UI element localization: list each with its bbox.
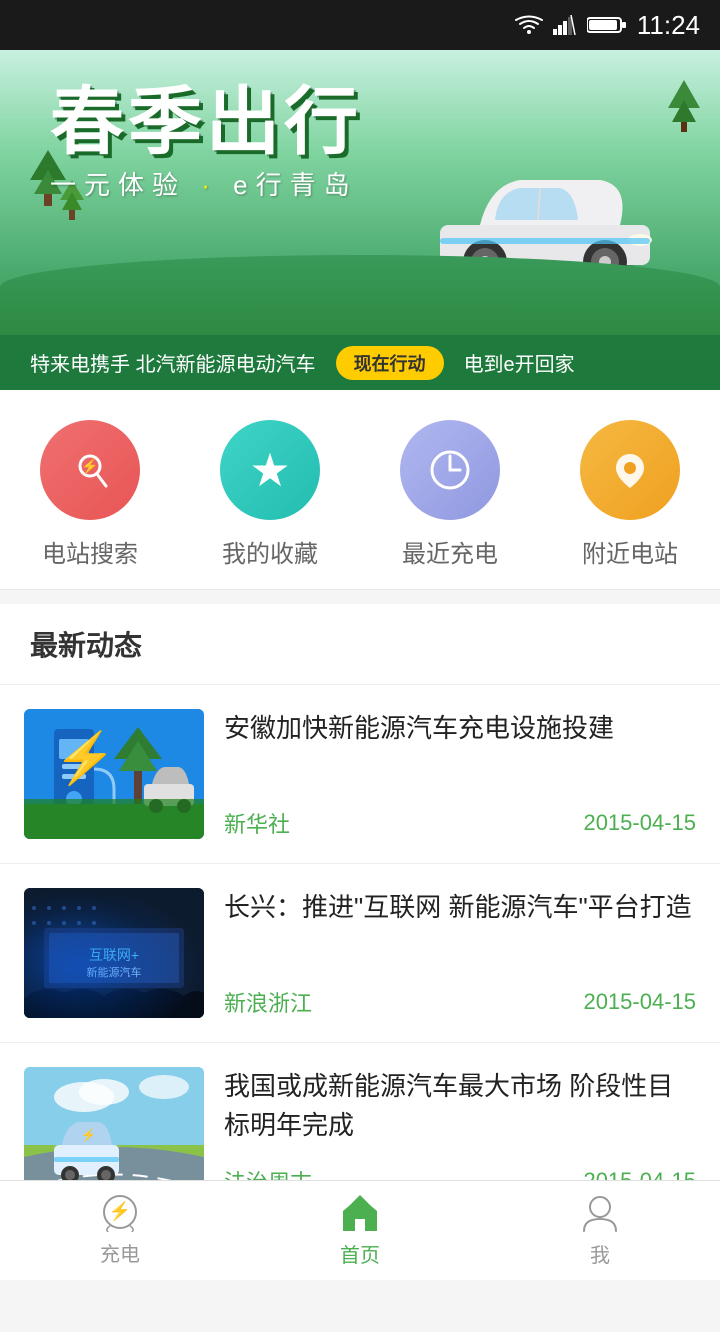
signal-icon <box>553 15 577 35</box>
quick-actions: ⚡ 电站搜索 ★ 我的收藏 最近充电 附近电站 <box>0 390 720 590</box>
news-thumb-3: ⚡ <box>24 1067 204 1197</box>
svg-text:⚡: ⚡ <box>109 1200 131 1222</box>
banner-title: 春季出行 <box>50 85 362 159</box>
nearby-station-icon <box>580 420 680 520</box>
news-list: 安徽加快新能源汽车充电设施投建 新华社 2015-04-15 <box>0 685 720 1222</box>
news-content-2: 长兴：推进"互联网 新能源汽车"平台打造 新浪浙江 2015-04-15 <box>224 888 696 1018</box>
section-title: 最新动态 <box>30 630 142 661</box>
news-meta-1: 新华社 2015-04-15 <box>224 791 696 839</box>
news-content-3: 我国或成新能源汽车最大市场 阶段性目标明年完成 法治周末 2015-04-15 <box>224 1067 696 1197</box>
banner-subtitle: 一元体验 · e行青岛 <box>50 165 362 202</box>
home-nav-icon <box>339 1193 381 1233</box>
news-thumb-1 <box>24 709 204 839</box>
my-favorites-label: 我的收藏 <box>222 534 318 569</box>
news-source-2: 新浪浙江 <box>224 986 312 1018</box>
banner-action-suffix: 电到e开回家 <box>464 348 575 377</box>
action-nearby-station[interactable]: 附近电站 <box>580 420 680 569</box>
battery-icon <box>587 15 627 35</box>
recent-charge-icon <box>400 420 500 520</box>
action-recent-charge[interactable]: 最近充电 <box>400 420 500 569</box>
section-header: 最新动态 <box>0 604 720 685</box>
nav-charge-label: 充电 <box>100 1238 140 1267</box>
person-nav-icon <box>580 1193 620 1233</box>
news-title-1: 安徽加快新能源汽车充电设施投建 <box>224 709 696 748</box>
svg-text:新能源汽车: 新能源汽车 <box>87 965 142 979</box>
banner: 春季出行 一元体验 · e行青岛 <box>0 50 720 390</box>
action-my-favorites[interactable]: ★ 我的收藏 <box>220 420 320 569</box>
news-date-1: 2015-04-15 <box>583 810 696 836</box>
banner-bottom-bar: 特来电携手 北汽新能源电动汽车 现在行动 电到e开回家 <box>0 335 720 390</box>
news-date-2: 2015-04-15 <box>583 989 696 1015</box>
nav-home-label: 首页 <box>340 1239 380 1268</box>
station-search-icon: ⚡ <box>40 420 140 520</box>
nearby-station-label: 附近电站 <box>582 534 678 569</box>
status-time: 11:24 <box>637 10 700 41</box>
banner-title-area: 春季出行 一元体验 · e行青岛 <box>50 85 362 202</box>
my-favorites-icon: ★ <box>220 420 320 520</box>
svg-text:⚡: ⚡ <box>81 1128 96 1142</box>
news-title-2: 长兴：推进"互联网 新能源汽车"平台打造 <box>224 888 696 927</box>
news-item[interactable]: 互联网+ 新能源汽车 长兴：推进"互联网 新能源汽车"平台打造 新浪浙江 201… <box>0 864 720 1043</box>
station-search-label: 电站搜索 <box>42 534 138 569</box>
status-bar: 11:24 <box>0 0 720 50</box>
news-source-1: 新华社 <box>224 807 290 839</box>
charge-nav-icon: ⚡ <box>100 1194 140 1232</box>
banner-action-btn[interactable]: 现在行动 <box>336 346 444 380</box>
banner-ground <box>0 255 720 335</box>
nav-me-label: 我 <box>590 1239 610 1268</box>
banner-partner-text: 特来电携手 北汽新能源电动汽车 <box>30 348 316 377</box>
tree-right-1 <box>668 80 700 132</box>
wifi-icon <box>515 15 543 35</box>
bottom-nav: ⚡ 充电 首页 我 <box>0 1180 720 1280</box>
svg-text:互联网+: 互联网+ <box>89 947 139 963</box>
nav-home[interactable]: 首页 <box>240 1181 480 1280</box>
news-title-3: 我国或成新能源汽车最大市场 阶段性目标明年完成 <box>224 1067 696 1145</box>
news-thumb-2: 互联网+ 新能源汽车 <box>24 888 204 1018</box>
news-content-1: 安徽加快新能源汽车充电设施投建 新华社 2015-04-15 <box>224 709 696 839</box>
nav-charge[interactable]: ⚡ 充电 <box>0 1181 240 1280</box>
recent-charge-label: 最近充电 <box>402 534 498 569</box>
svg-text:⚡: ⚡ <box>81 458 98 475</box>
news-item[interactable]: 安徽加快新能源汽车充电设施投建 新华社 2015-04-15 <box>0 685 720 864</box>
action-station-search[interactable]: ⚡ 电站搜索 <box>40 420 140 569</box>
nav-me[interactable]: 我 <box>480 1181 720 1280</box>
news-meta-2: 新浪浙江 2015-04-15 <box>224 970 696 1018</box>
